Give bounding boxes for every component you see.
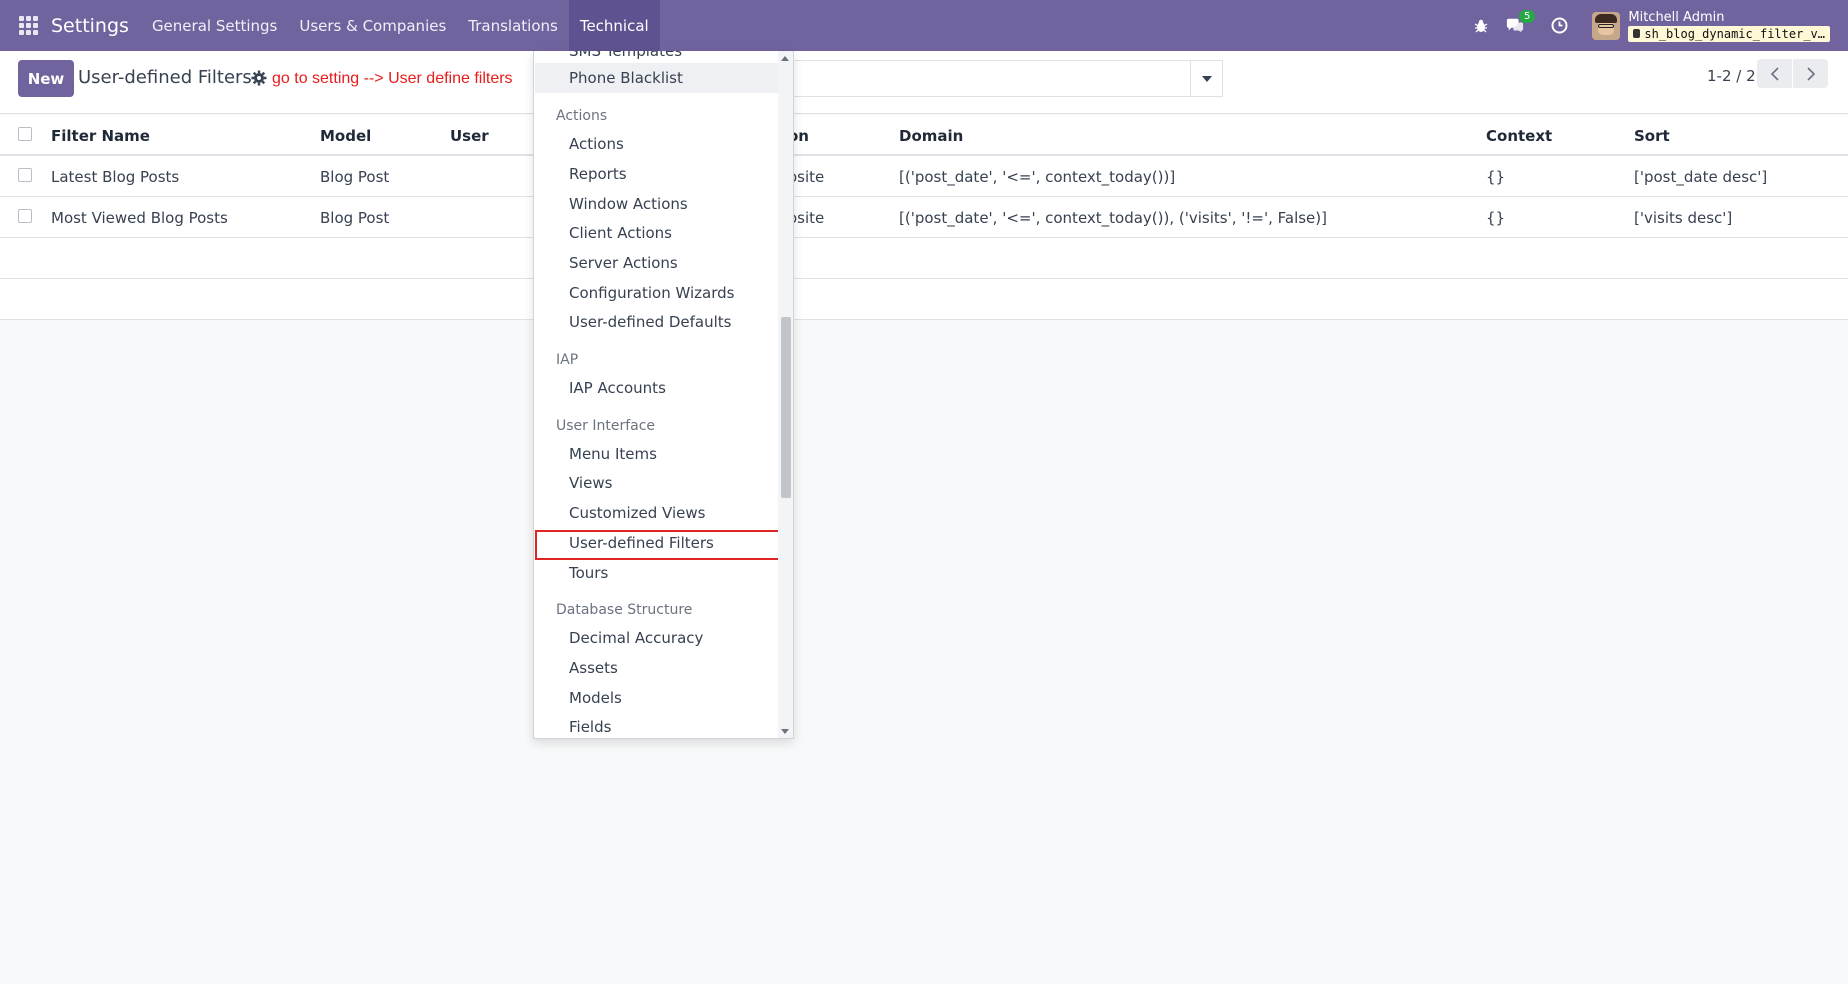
user-menu[interactable]: Mitchell Admin sh_blog_dynamic_filter_v… xyxy=(1628,10,1830,42)
messages-badge: 5 xyxy=(1519,9,1536,23)
menu-item-views[interactable]: Views xyxy=(569,474,612,492)
menu-item-configuration-wizards[interactable]: Configuration Wizards xyxy=(569,284,734,302)
menu-item-phone-blacklist[interactable]: Phone Blacklist xyxy=(569,69,683,87)
menu-general-settings[interactable]: General Settings xyxy=(141,0,288,51)
annotation-note: go to setting --> User define filters xyxy=(272,70,513,87)
column-header-user[interactable]: User xyxy=(450,127,489,145)
scroll-up-arrow-icon[interactable] xyxy=(781,56,789,61)
menu-item-user-defined-defaults[interactable]: User-defined Defaults xyxy=(569,313,732,331)
sort-cell: ['visits desc'] xyxy=(1634,209,1733,227)
menu-users-companies[interactable]: Users & Companies xyxy=(288,0,457,51)
menu-item-sms-templates[interactable]: SMS Templates xyxy=(569,51,682,60)
menu-item-window-actions[interactable]: Window Actions xyxy=(569,195,688,213)
menu-item-decimal-accuracy[interactable]: Decimal Accuracy xyxy=(569,629,703,647)
search-options-toggle[interactable] xyxy=(1190,60,1223,97)
table-row[interactable]: Latest Blog Posts Blog Post osite [('pos… xyxy=(0,156,1848,197)
technical-dropdown-menu: SMS Templates Phone Blacklist Actions Ac… xyxy=(533,51,794,739)
row-checkbox[interactable] xyxy=(18,209,32,223)
user-name: Mitchell Admin xyxy=(1628,9,1725,25)
menu-item-fields[interactable]: Fields xyxy=(569,718,611,736)
scroll-down-arrow-icon[interactable] xyxy=(781,729,789,734)
table-header: Filter Name Model User on Domain Context… xyxy=(0,115,1848,156)
top-navbar: Settings General Settings Users & Compan… xyxy=(0,0,1848,51)
main-menu: General Settings Users & Companies Trans… xyxy=(141,0,660,51)
chat-icon[interactable]: 5 xyxy=(1506,9,1536,35)
menu-item-iap-accounts[interactable]: IAP Accounts xyxy=(569,379,666,397)
empty-row xyxy=(0,238,1848,279)
control-panel: New User-defined Filters go to setting -… xyxy=(0,51,1848,114)
new-button[interactable]: New xyxy=(18,60,74,97)
pager-previous-button[interactable] xyxy=(1757,59,1792,88)
menu-item-customized-views[interactable]: Customized Views xyxy=(569,504,705,522)
filter-name-cell: Latest Blog Posts xyxy=(51,168,180,186)
menu-item-actions[interactable]: Actions xyxy=(569,135,624,153)
column-header-domain[interactable]: Domain xyxy=(899,127,963,145)
menu-item-tours[interactable]: Tours xyxy=(569,564,608,582)
apps-grid-icon[interactable] xyxy=(19,15,39,36)
section-actions: Actions xyxy=(556,108,608,124)
column-header-sort[interactable]: Sort xyxy=(1634,127,1670,145)
select-all-checkbox[interactable] xyxy=(18,127,32,141)
model-cell: Blog Post xyxy=(320,168,390,186)
context-cell: {} xyxy=(1486,209,1506,227)
column-header-model[interactable]: Model xyxy=(320,127,371,145)
menu-item-server-actions[interactable]: Server Actions xyxy=(569,254,678,272)
menu-item-menu-items[interactable]: Menu Items xyxy=(569,445,657,463)
filter-name-cell: Most Viewed Blog Posts xyxy=(51,209,228,227)
column-header-context[interactable]: Context xyxy=(1486,127,1552,145)
scrollbar-thumb[interactable] xyxy=(781,317,791,498)
dropdown-scrollbar[interactable] xyxy=(778,51,793,738)
page-title[interactable]: User-defined Filters xyxy=(78,67,252,88)
bug-icon[interactable] xyxy=(1472,17,1490,35)
list-view-table: Filter Name Model User on Domain Context… xyxy=(0,115,1848,320)
menu-item-assets[interactable]: Assets xyxy=(569,659,618,677)
clock-icon[interactable] xyxy=(1550,17,1568,35)
pager-next-button[interactable] xyxy=(1793,59,1828,88)
database-name: sh_blog_dynamic_filter_v… xyxy=(1644,26,1825,41)
domain-cell: [('post_date', '<=', context_today()), (… xyxy=(899,209,1327,227)
section-iap: IAP xyxy=(556,352,579,368)
context-cell: {} xyxy=(1486,168,1506,186)
row-checkbox[interactable] xyxy=(18,168,32,182)
menu-item-reports[interactable]: Reports xyxy=(569,165,627,183)
caret-down-icon xyxy=(1201,75,1212,82)
empty-row xyxy=(0,279,1848,320)
section-user-interface: User Interface xyxy=(556,418,656,434)
menu-technical[interactable]: Technical xyxy=(568,0,660,51)
domain-cell: [('post_date', '<=', context_today())] xyxy=(899,168,1176,186)
section-database-structure: Database Structure xyxy=(556,602,693,618)
menu-item-client-actions[interactable]: Client Actions xyxy=(569,224,672,242)
menu-item-models[interactable]: Models xyxy=(569,689,622,707)
database-icon xyxy=(1633,29,1641,38)
user-avatar[interactable] xyxy=(1592,11,1621,40)
menu-item-user-defined-filters[interactable]: User-defined Filters xyxy=(569,534,714,552)
sort-cell: ['post_date desc'] xyxy=(1634,168,1768,186)
gear-icon[interactable] xyxy=(251,70,267,90)
pager-value[interactable]: 1-2 / 2 xyxy=(1707,67,1756,85)
column-header-filter-name[interactable]: Filter Name xyxy=(51,127,150,145)
search-input[interactable] xyxy=(790,60,1223,97)
table-row[interactable]: Most Viewed Blog Posts Blog Post osite [… xyxy=(0,197,1848,238)
systray: 5 Mitchell Admin sh_blog_dynamic_filter_… xyxy=(1472,0,1848,51)
app-brand[interactable]: Settings xyxy=(51,15,129,37)
model-cell: Blog Post xyxy=(320,209,390,227)
menu-translations[interactable]: Translations xyxy=(457,0,569,51)
database-name-badge: sh_blog_dynamic_filter_v… xyxy=(1628,25,1830,42)
